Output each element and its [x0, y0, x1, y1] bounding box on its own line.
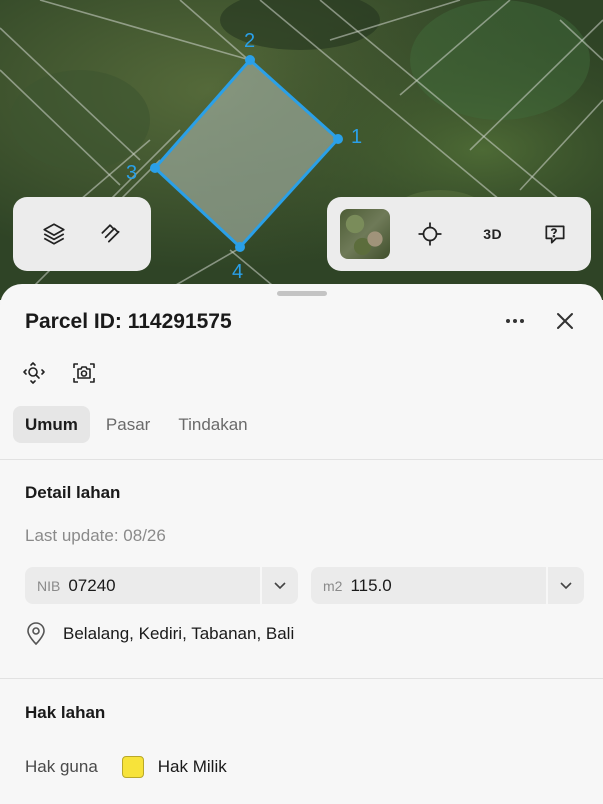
quick-actions — [20, 360, 98, 386]
area-value: 115.0 — [350, 575, 392, 595]
rights-row: Hak guna Hak Milik — [25, 756, 227, 778]
map-tools-left — [13, 197, 151, 271]
rights-color-swatch — [121, 756, 144, 778]
location-pin-icon — [27, 622, 45, 646]
close-button[interactable] — [552, 308, 578, 334]
crosshair-icon — [418, 222, 443, 246]
vertex-label-3: 3 — [126, 162, 137, 184]
parcel-title: Parcel ID: 114291575 — [25, 310, 232, 333]
vertex-label-2: 2 — [244, 30, 255, 52]
rights-value: Hak Milik — [157, 757, 227, 776]
tab-umum[interactable]: Umum — [13, 406, 90, 443]
detail-tabs: Umum Pasar Tindakan — [13, 406, 260, 443]
vertex-3[interactable] — [150, 163, 160, 173]
close-icon — [557, 313, 573, 329]
nib-dropdown[interactable] — [260, 567, 298, 604]
section-title-rights: Hak lahan — [25, 703, 106, 722]
vertex-2[interactable] — [245, 55, 255, 65]
tab-pasar[interactable]: Pasar — [94, 406, 162, 443]
view-3d-label: 3D — [483, 226, 503, 242]
rights-label: Hak guna — [25, 757, 98, 776]
divider — [0, 678, 603, 679]
tab-tindakan[interactable]: Tindakan — [166, 406, 259, 443]
camera-icon — [73, 363, 95, 383]
chevron-down-icon — [560, 581, 572, 589]
more-icon — [506, 319, 524, 323]
vertex-label-4: 4 — [232, 261, 243, 283]
parcel-detail-sheet: Parcel ID: 114291575 Umum Pasar Tindakan… — [0, 284, 603, 804]
area-dropdown[interactable] — [546, 567, 584, 604]
layers-button[interactable] — [32, 212, 76, 256]
address-text: Belalang, Kediri, Tabanan, Bali — [63, 624, 295, 643]
vertex-label-1: 1 — [351, 126, 362, 148]
nib-field[interactable]: NIB 07240 — [25, 567, 298, 604]
vertex-1[interactable] — [333, 134, 343, 144]
chat-icon — [545, 225, 565, 244]
zoom-to-parcel-button[interactable] — [20, 360, 48, 386]
measure-button[interactable] — [89, 212, 133, 256]
divider — [0, 459, 603, 460]
view-3d-button[interactable]: 3D — [471, 212, 515, 256]
nib-prefix: NIB — [37, 577, 61, 594]
nib-value: 07240 — [68, 575, 116, 595]
chevron-down-icon — [274, 581, 286, 589]
area-field[interactable]: m2 115.0 — [311, 567, 584, 604]
address-row: Belalang, Kediri, Tabanan, Bali — [25, 622, 294, 646]
drag-handle[interactable] — [277, 291, 327, 296]
zoom-fit-icon — [23, 362, 45, 384]
screenshot-button[interactable] — [70, 360, 98, 386]
locate-button[interactable] — [408, 212, 452, 256]
area-prefix: m2 — [323, 577, 343, 594]
section-title-detail: Detail lahan — [25, 483, 121, 502]
layers-icon — [42, 223, 65, 245]
basemap-thumbnail[interactable] — [340, 209, 390, 259]
last-update-text: Last update: 08/26 — [25, 526, 166, 545]
map-tools-right: 3D — [327, 197, 591, 271]
map-view[interactable]: 1 2 3 4 3D — [0, 0, 603, 300]
measure-icon — [100, 224, 119, 243]
vertex-4[interactable] — [235, 242, 245, 252]
more-options-button[interactable] — [500, 308, 530, 334]
feedback-button[interactable] — [533, 212, 577, 256]
